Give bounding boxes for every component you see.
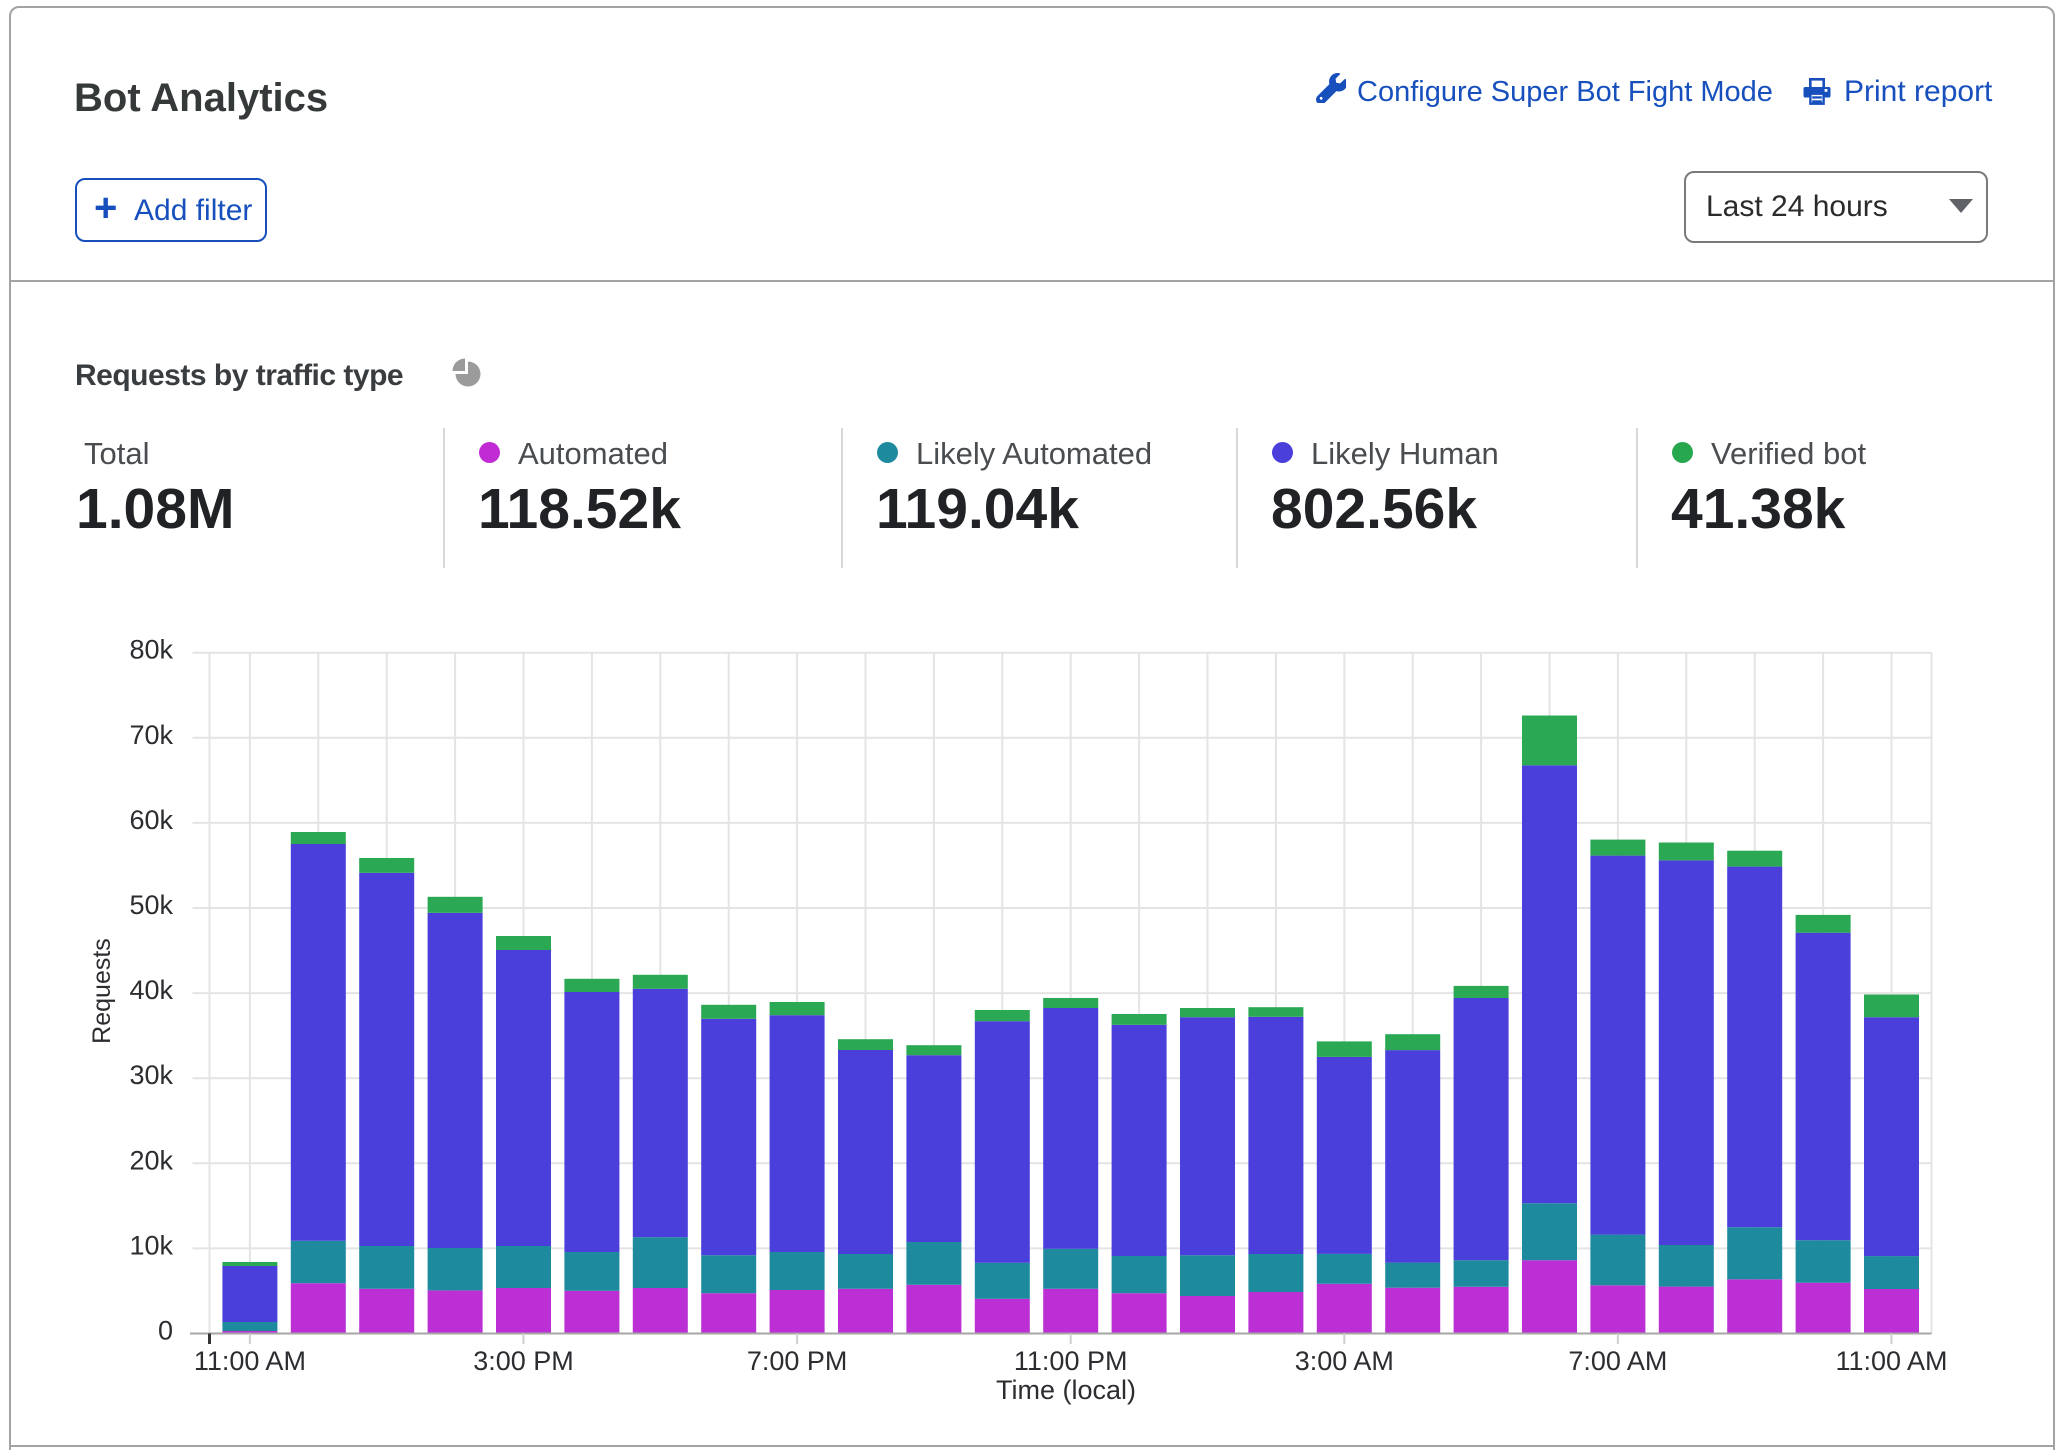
svg-text:7:00 PM: 7:00 PM <box>747 1346 848 1376</box>
svg-text:11:00 AM: 11:00 AM <box>1835 1346 1947 1376</box>
svg-text:11:00 PM: 11:00 PM <box>1014 1346 1128 1376</box>
svg-text:80k: 80k <box>129 635 173 665</box>
svg-text:11:00 AM: 11:00 AM <box>194 1346 306 1376</box>
svg-text:7:00 AM: 7:00 AM <box>1568 1346 1667 1376</box>
svg-text:3:00 PM: 3:00 PM <box>473 1346 574 1376</box>
svg-text:50k: 50k <box>129 890 173 920</box>
svg-text:3:00 AM: 3:00 AM <box>1295 1346 1394 1376</box>
svg-text:0: 0 <box>158 1316 173 1346</box>
svg-text:Requests: Requests <box>88 938 116 1044</box>
svg-text:10k: 10k <box>129 1230 173 1260</box>
svg-text:40k: 40k <box>129 975 173 1005</box>
svg-text:30k: 30k <box>129 1060 173 1090</box>
svg-text:Time (local): Time (local) <box>996 1375 1136 1405</box>
svg-text:70k: 70k <box>129 720 173 750</box>
svg-text:60k: 60k <box>129 805 173 835</box>
svg-text:20k: 20k <box>129 1145 173 1175</box>
